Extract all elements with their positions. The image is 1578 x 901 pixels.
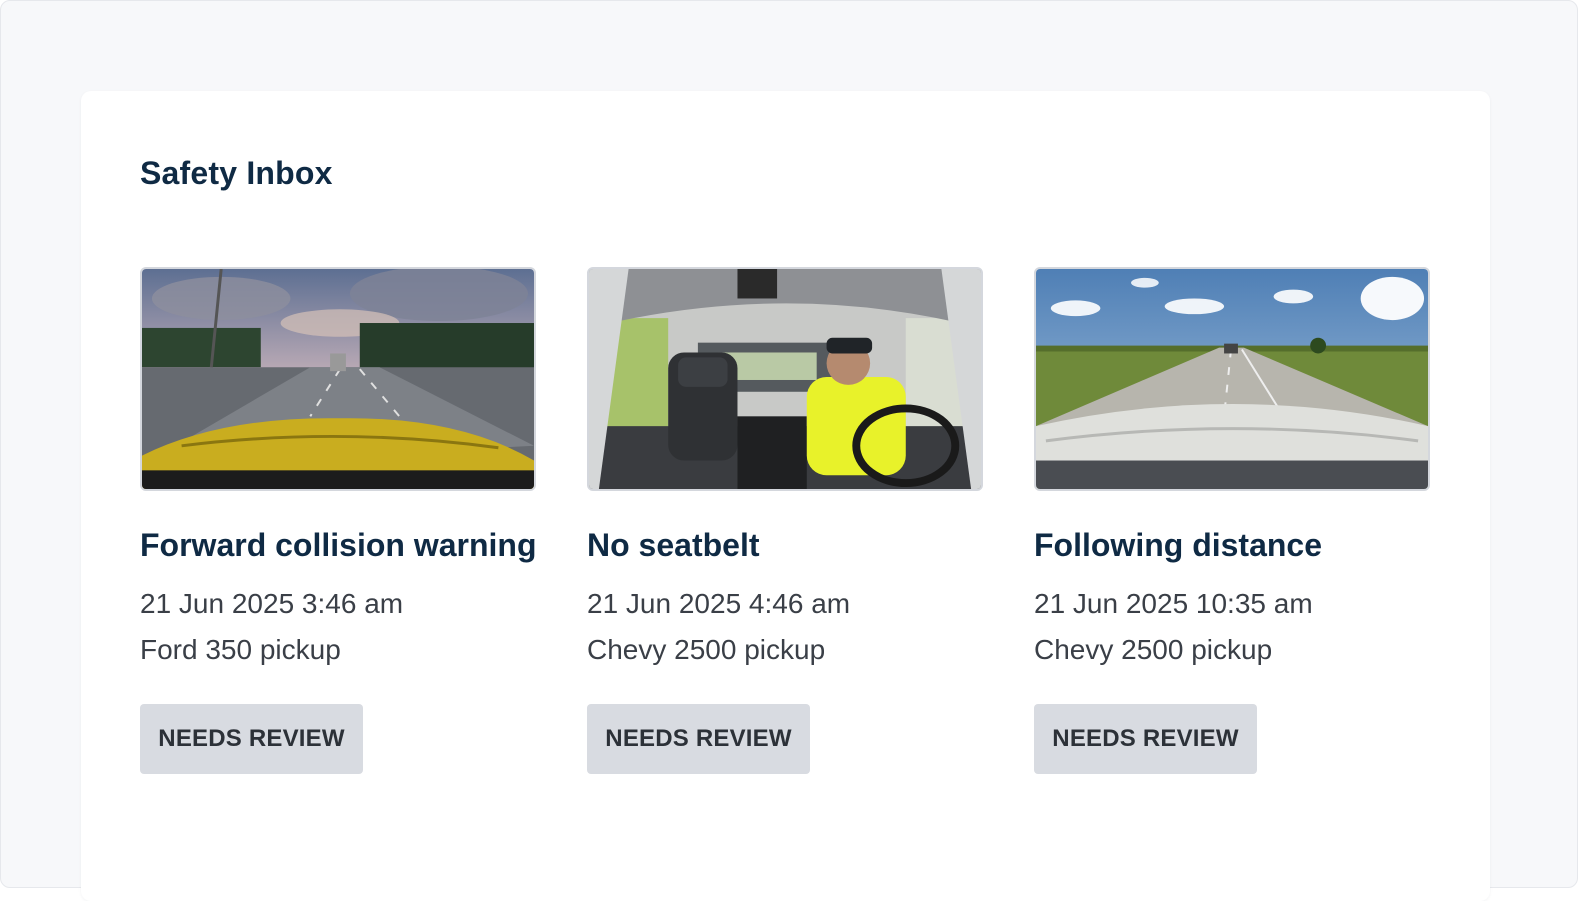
event-thumbnail[interactable] xyxy=(1034,267,1430,491)
event-vehicle: Ford 350 pickup xyxy=(140,634,341,665)
page-title: Safety Inbox xyxy=(140,155,333,191)
event-vehicle: Chevy 2500 pickup xyxy=(1034,634,1273,665)
needs-review-button[interactable]: NEEDS REVIEW xyxy=(140,704,363,774)
event-thumbnail[interactable] xyxy=(587,267,983,491)
needs-review-button[interactable]: NEEDS REVIEW xyxy=(1034,704,1257,774)
event-title: Forward collision warning xyxy=(140,527,537,563)
event-vehicle: Chevy 2500 pickup xyxy=(587,634,826,665)
event-thumbnail[interactable] xyxy=(140,267,536,491)
needs-review-button[interactable]: NEEDS REVIEW xyxy=(587,704,810,774)
event-card[interactable]: No seatbelt 21 Jun 2025 4:46 am Chevy 25… xyxy=(587,267,983,774)
event-title: Following distance xyxy=(1034,527,1323,563)
page-background: Safety Inbox Forward collision warning 2… xyxy=(0,0,1578,901)
dashcam-cabin-image xyxy=(589,269,981,489)
event-timestamp: 21 Jun 2025 10:35 am xyxy=(1034,588,1313,619)
event-timestamp: 21 Jun 2025 3:46 am xyxy=(140,588,404,619)
dashcam-rural-road-image xyxy=(1036,269,1428,489)
event-title: No seatbelt xyxy=(587,527,760,563)
dashcam-highway-image xyxy=(142,269,534,489)
event-card[interactable]: Forward collision warning 21 Jun 2025 3:… xyxy=(140,267,536,774)
event-timestamp: 21 Jun 2025 4:46 am xyxy=(587,588,851,619)
event-card[interactable]: Following distance 21 Jun 2025 10:35 am … xyxy=(1034,267,1430,774)
safety-inbox-panel: Safety Inbox Forward collision warning 2… xyxy=(81,91,1490,901)
